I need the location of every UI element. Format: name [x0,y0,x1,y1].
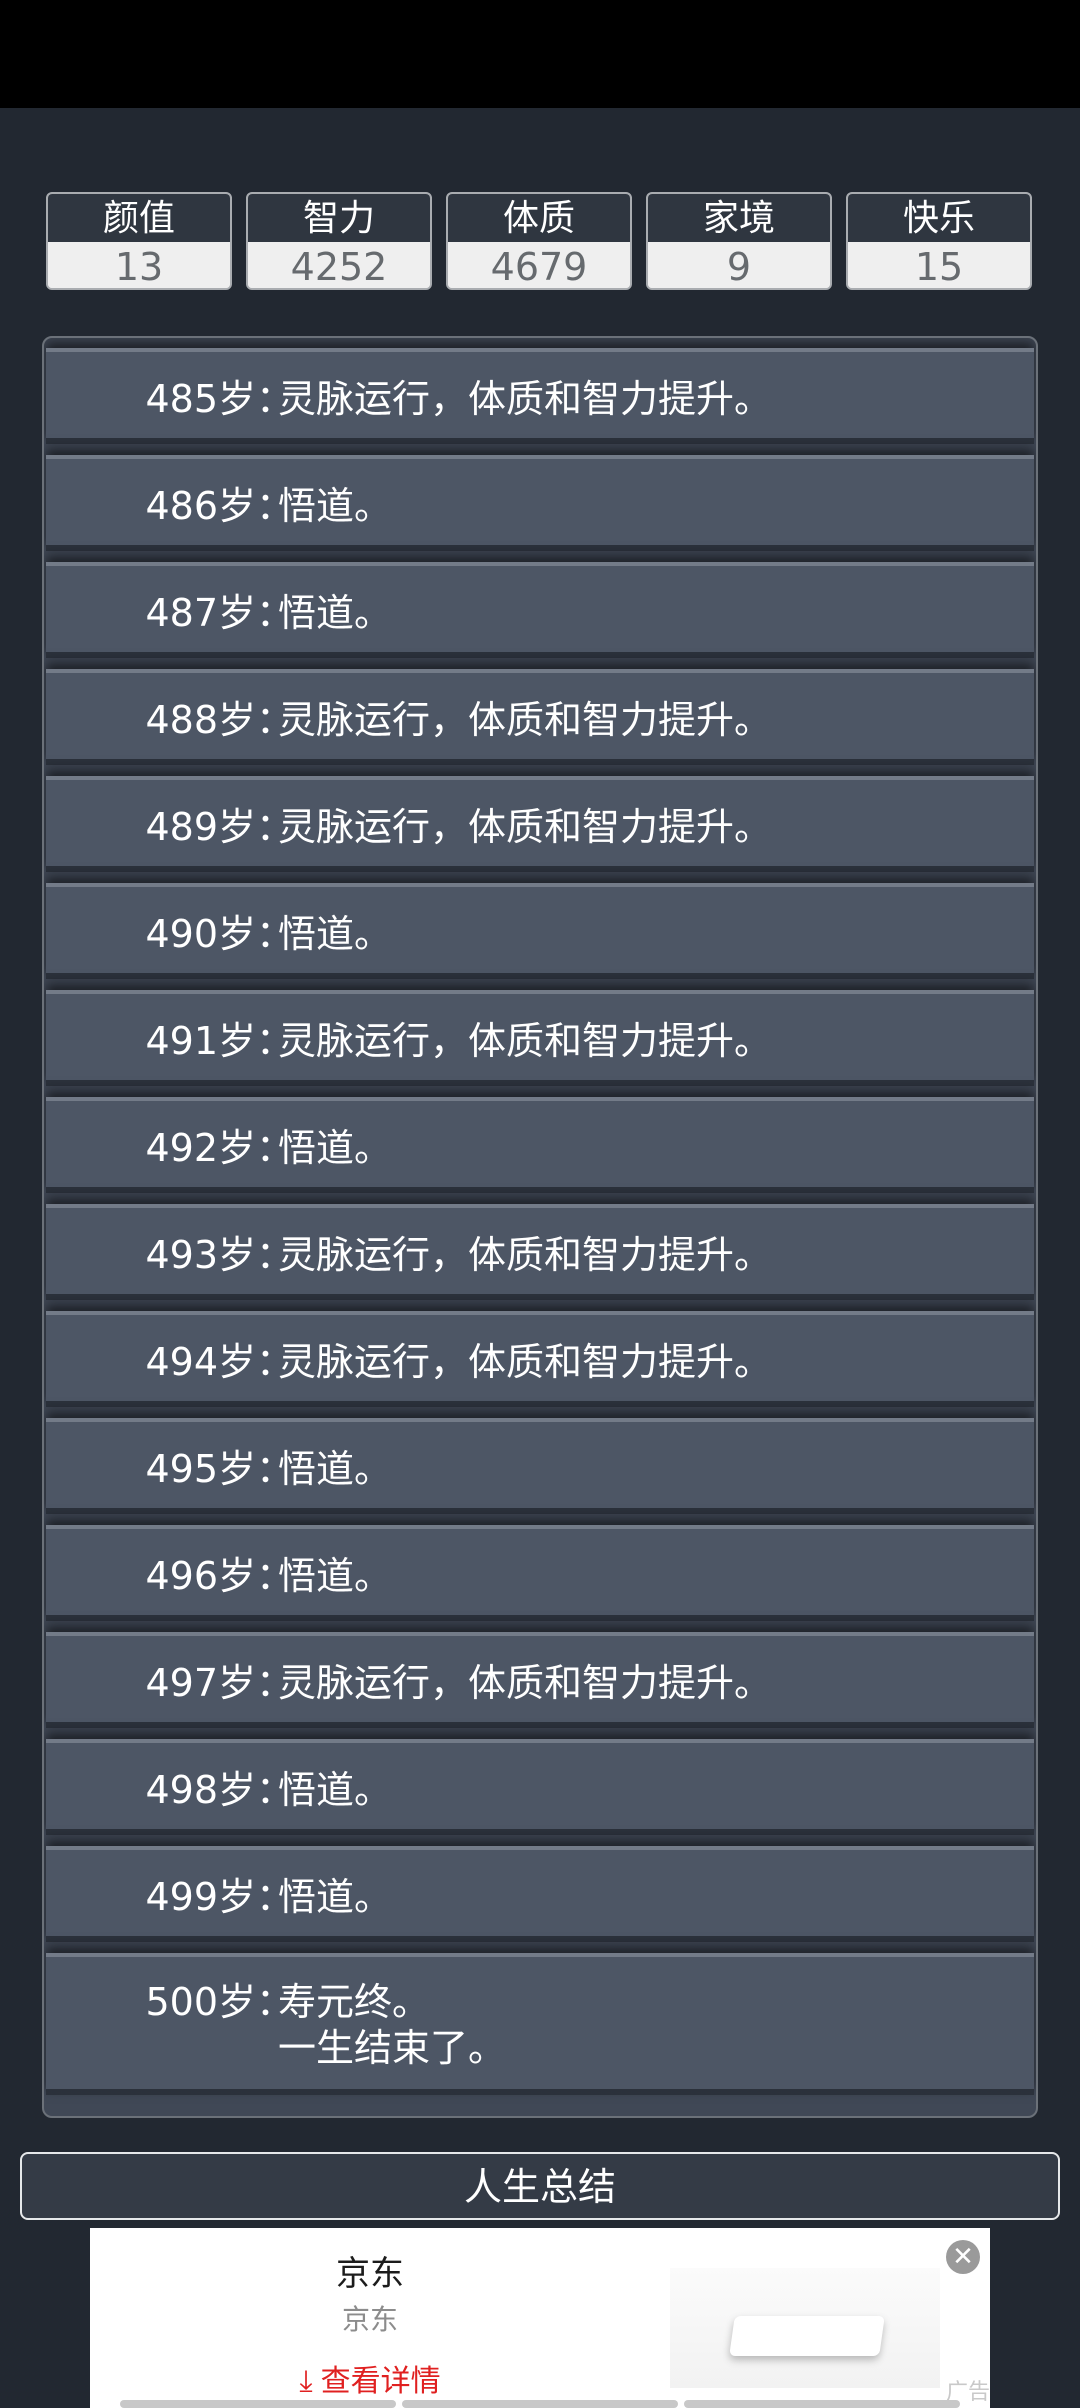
log-event: 灵脉运行，体质和智力提升。 [278,805,773,849]
log-age: 487岁 [145,591,256,635]
log-event: 悟道。 [278,1768,393,1812]
log-age: 485岁 [145,377,256,421]
ad-cta-label: 查看详情 [320,2364,441,2399]
log-age: 499岁 [145,1875,256,1919]
log-row: 488岁 ： 灵脉运行，体质和智力提升。 [46,669,1034,765]
ad-banner[interactable]: 京东 京东 ⤓ 查看详情 ✕ 广告 [90,2228,990,2408]
log-event: 悟道。 [278,591,393,635]
carousel-dot [402,2400,678,2408]
stat-value: 13 [48,242,230,288]
life-log-list[interactable]: 485岁 ： 灵脉运行，体质和智力提升。 486岁 ： 悟道。 487岁 ： 悟… [44,338,1036,2116]
log-age: 488岁 [145,698,256,742]
ad-carousel-indicator [120,2400,960,2408]
ad-view-details-link[interactable]: ⤓ 查看详情 [90,2356,650,2400]
log-event: 灵脉运行，体质和智力提升。 [278,1661,773,1705]
log-event: 灵脉运行，体质和智力提升。 [278,1233,773,1277]
log-age: 489岁 [145,805,256,849]
log-row: 485岁 ： 灵脉运行，体质和智力提升。 [46,348,1034,444]
log-row: 494岁 ： 灵脉运行，体质和智力提升。 [46,1311,1034,1407]
log-event: 灵脉运行，体质和智力提升。 [278,1019,773,1063]
carousel-dot [684,2400,960,2408]
log-age: 493岁 [145,1233,256,1277]
stat-value: 4679 [448,242,630,288]
stat-physique: 体质 4679 [446,192,632,290]
log-event: 灵脉运行，体质和智力提升。 [278,698,773,742]
log-event: 悟道。 [278,912,393,956]
log-age: 492岁 [145,1126,256,1170]
stat-label: 家境 [648,194,830,242]
log-row: 498岁 ： 悟道。 [46,1739,1034,1835]
log-row: 489岁 ： 灵脉运行，体质和智力提升。 [46,776,1034,872]
log-age: 491岁 [145,1019,256,1063]
plate-image [729,2316,885,2356]
stat-label: 智力 [248,194,430,242]
log-row: 496岁 ： 悟道。 [46,1525,1034,1621]
log-event: 悟道。 [278,484,393,528]
log-age: 498岁 [145,1768,256,1812]
log-age: 486岁 [145,484,256,528]
log-row: 491岁 ： 灵脉运行，体质和智力提升。 [46,990,1034,1086]
stat-appearance: 颜值 13 [46,192,232,290]
stat-happiness: 快乐 15 [846,192,1032,290]
log-age: 500岁 [145,1980,256,2024]
close-icon[interactable]: ✕ [946,2240,980,2274]
stat-family: 家境 9 [646,192,832,290]
attribute-stats: 颜值 13 智力 4252 体质 4679 家境 9 快乐 15 [46,192,1036,292]
log-event: 悟道。 [278,1875,393,1919]
log-age: 496岁 [145,1554,256,1598]
log-event: 悟道。 [278,1447,393,1491]
stat-label: 颜值 [48,194,230,242]
log-age: 495岁 [145,1447,256,1491]
ad-subtitle: 京东 [341,2303,398,2336]
log-row: 495岁 ： 悟道。 [46,1418,1034,1514]
stat-label: 体质 [448,194,630,242]
log-row-final: 500岁 ： 寿元终。 一生结束了。 [46,1953,1034,2095]
stat-value: 15 [848,242,1030,288]
log-event: 悟道。 [278,1554,393,1598]
log-row: 487岁 ： 悟道。 [46,562,1034,658]
log-event: 寿元终。 一生结束了。 [278,1980,507,2070]
log-row: 499岁 ： 悟道。 [46,1846,1034,1942]
stat-value: 4252 [248,242,430,288]
log-event: 灵脉运行，体质和智力提升。 [278,1340,773,1384]
life-log-panel[interactable]: 485岁 ： 灵脉运行，体质和智力提升。 486岁 ： 悟道。 487岁 ： 悟… [42,336,1038,2118]
log-age: 494岁 [145,1340,256,1384]
log-row: 492岁 ： 悟道。 [46,1097,1034,1193]
log-row: 493岁 ： 灵脉运行，体质和智力提升。 [46,1204,1034,1300]
download-arrow-icon: ⤓ [299,2364,313,2399]
log-row: 486岁 ： 悟道。 [46,455,1034,551]
log-row: 497岁 ： 灵脉运行，体质和智力提升。 [46,1632,1034,1728]
ad-product-image[interactable] [670,2268,940,2388]
log-event: 悟道。 [278,1126,393,1170]
carousel-dot [120,2400,396,2408]
stat-intelligence: 智力 4252 [246,192,432,290]
life-summary-button[interactable]: 人生总结 [20,2152,1060,2220]
log-age: 497岁 [145,1661,256,1705]
status-bar [0,0,1080,108]
log-row: 490岁 ： 悟道。 [46,883,1034,979]
log-age: 490岁 [145,912,256,956]
stat-value: 9 [648,242,830,288]
log-event: 灵脉运行，体质和智力提升。 [278,377,773,421]
stat-label: 快乐 [848,194,1030,242]
ad-title[interactable]: 京东 [90,2246,650,2295]
